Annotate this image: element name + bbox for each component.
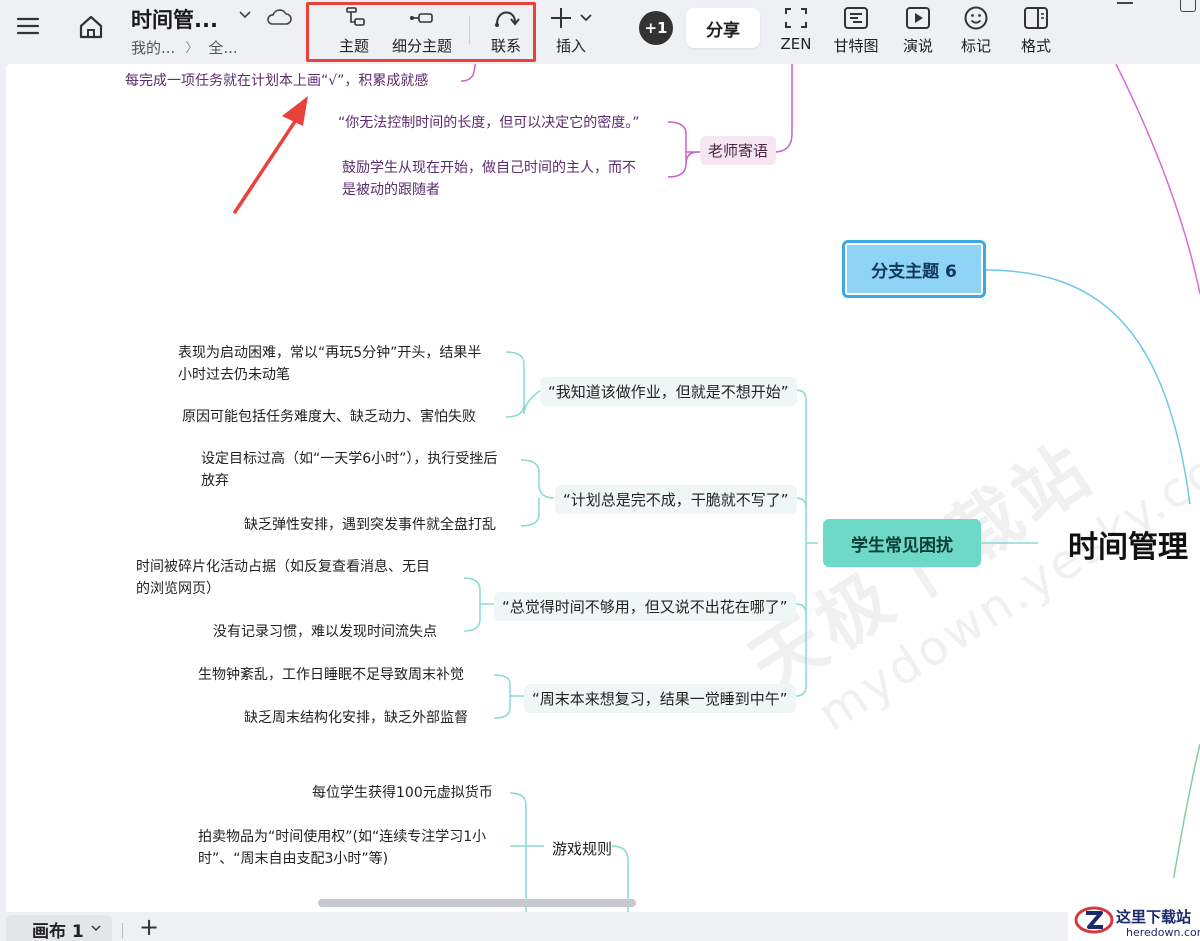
home-icon[interactable] <box>76 12 106 42</box>
relation-label: 联系 <box>490 37 521 55</box>
topic-leaf[interactable]: 的浏览网页） <box>136 578 220 600</box>
horizontal-scrollbar[interactable] <box>318 899 636 907</box>
topic-student-troubles[interactable]: 学生常见困扰 <box>823 519 981 567</box>
breadcrumb-separator: 〉 <box>185 41 199 56</box>
topic-branch-6-label: 分支主题 6 <box>845 243 983 295</box>
site-logo: 这里下载站 heredown.com <box>1068 878 1200 941</box>
logo-url: heredown.com <box>1126 926 1200 939</box>
document-title[interactable]: 时间管... <box>131 4 218 34</box>
breadcrumb-item[interactable]: 全... <box>208 37 237 58</box>
topic-game-rules[interactable]: 游戏规则 <box>544 834 620 863</box>
topic-icon <box>341 4 367 32</box>
share-button[interactable]: 分享 <box>686 8 760 48</box>
play-icon <box>905 4 931 32</box>
sheet-tab-label: 画布 1 <box>32 921 84 941</box>
format-button[interactable]: 格式 <box>1016 4 1056 58</box>
minimize-icon[interactable] <box>1117 2 1133 4</box>
topic-leaf[interactable]: 时”、“周末自由支配3小时”等) <box>198 848 388 870</box>
add-sheet-button[interactable]: + <box>139 913 159 941</box>
subtopic-item[interactable]: “周末本来想复习，结果一觉睡到中午” <box>524 684 796 713</box>
cloud-icon[interactable] <box>265 6 293 28</box>
mark-label: 标记 <box>960 37 991 55</box>
mindmap-canvas[interactable]: 天极下载站 mydown.yesky.com 每完成一项任务就在计划本上画“√”… <box>6 64 1200 912</box>
chevron-down-icon[interactable] <box>238 8 252 26</box>
logo-mark-icon <box>1074 906 1114 934</box>
format-label: 格式 <box>1020 37 1051 55</box>
subtopic-button[interactable]: 细分主题 <box>387 4 457 58</box>
gantt-button[interactable]: 甘特图 <box>830 4 882 58</box>
topic-leaf[interactable]: 原因可能包括任务难度大、缺乏动力、害怕失败 <box>182 406 476 428</box>
chevron-down-icon[interactable] <box>90 919 102 939</box>
topic-button[interactable]: 主题 <box>330 4 378 58</box>
zen-label: ZEN <box>780 35 812 53</box>
menu-icon[interactable] <box>14 12 42 40</box>
toolbar: 时间管... 我的... 〉 全... 主题 细分主题 联系 插入 +1 分享 <box>0 0 1200 64</box>
topic-leaf[interactable]: 时间被碎片化活动占据（如反复查看消息、无目 <box>136 556 430 578</box>
present-button[interactable]: 演说 <box>898 4 938 58</box>
topic-leaf[interactable]: 放弃 <box>201 470 229 492</box>
topic-leaf[interactable]: “你无法控制时间的长度，但可以决定它的密度。” <box>338 112 640 134</box>
sheet-tab-bar: 画布 1 + <box>0 913 1200 941</box>
gantt-label: 甘特图 <box>833 37 879 55</box>
subtopic-label: 细分主题 <box>391 37 452 55</box>
subtopic-item[interactable]: “总觉得时间不够用，但又说不出花在哪了” <box>494 592 796 621</box>
topic-leaf[interactable]: 每完成一项任务就在计划本上画“√”，积累成就感 <box>125 70 428 92</box>
zen-button[interactable]: ZEN <box>776 4 816 58</box>
topic-leaf[interactable]: 生物钟紊乱，工作日睡眠不足导致周末补觉 <box>198 664 464 686</box>
subtopic-item[interactable]: “计划总是完不成，干脆就不写了” <box>555 485 797 514</box>
subtopic-icon <box>407 4 437 32</box>
mark-button[interactable]: 标记 <box>956 4 996 58</box>
breadcrumb: 我的... 〉 全... <box>131 37 238 58</box>
relation-icon <box>492 4 520 32</box>
topic-leaf[interactable]: 是被动的跟随者 <box>342 179 440 201</box>
insert-button[interactable]: 插入 <box>546 4 596 58</box>
logo-name: 这里下载站 <box>1116 908 1192 926</box>
topic-leaf[interactable]: 拍卖物品为“时间使用权”(如“连续专注学习1小 <box>198 826 486 848</box>
topic-leaf[interactable]: 鼓励学生从现在开始，做自己时间的主人，而不 <box>342 157 636 179</box>
subtopic-item[interactable]: “我知道该做作业，但就是不想开始” <box>540 377 797 406</box>
breadcrumb-item[interactable]: 我的... <box>131 37 175 58</box>
sheet-tab[interactable]: 画布 1 <box>6 915 112 941</box>
plus-chevron-icon <box>548 4 594 32</box>
topic-leaf[interactable]: 缺乏弹性安排，遇到突发事件就全盘打乱 <box>244 514 496 536</box>
present-label: 演说 <box>902 37 933 55</box>
topic-leaf[interactable]: 缺乏周末结构化安排，缺乏外部监督 <box>244 707 468 729</box>
topic-leaf[interactable]: 设定目标过高（如“一天学6小时”），执行受挫后 <box>201 448 497 470</box>
maximize-icon[interactable] <box>1180 0 1196 12</box>
topic-leaf[interactable]: 每位学生获得100元虚拟货币 <box>312 782 493 804</box>
tab-divider <box>122 923 123 939</box>
central-topic[interactable]: 时间管理 <box>1068 522 1188 566</box>
topic-branch-6[interactable]: 分支主题 6 <box>842 240 986 298</box>
toolbar-divider <box>469 16 470 44</box>
fullscreen-icon <box>783 4 809 32</box>
topic-teacher-message[interactable]: 老师寄语 <box>700 136 777 165</box>
topic-leaf[interactable]: 小时过去仍未动笔 <box>178 364 290 386</box>
topic-leaf[interactable]: 没有记录习惯，难以发现时间流失点 <box>213 621 437 643</box>
topic-leaf[interactable]: 表现为启动困难，常以“再玩5分钟”开头，结果半 <box>178 342 481 364</box>
gantt-icon <box>843 4 869 32</box>
smiley-icon <box>963 4 989 32</box>
relation-button[interactable]: 联系 <box>484 4 528 58</box>
format-panel-icon <box>1023 4 1049 32</box>
plus-one-button[interactable]: +1 <box>639 11 673 45</box>
insert-label: 插入 <box>555 37 586 55</box>
topic-label: 主题 <box>338 37 369 55</box>
